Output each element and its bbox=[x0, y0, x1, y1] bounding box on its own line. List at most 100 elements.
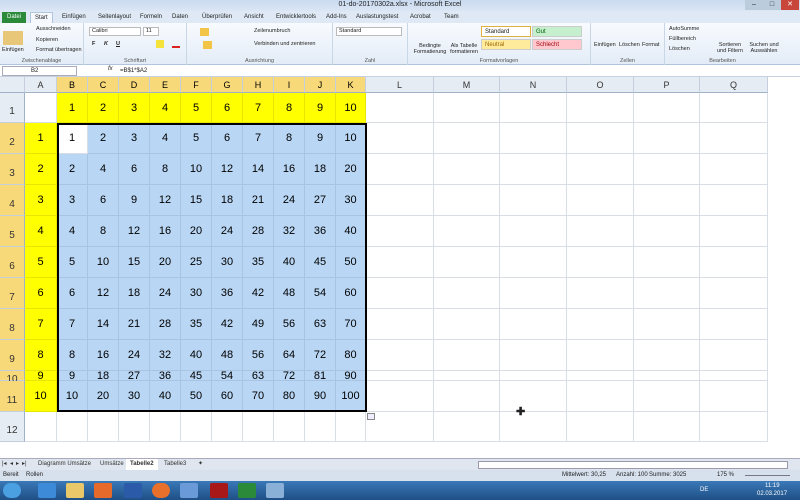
cell-E1[interactable]: 4 bbox=[150, 93, 181, 123]
cell-L10[interactable] bbox=[366, 371, 434, 381]
cell-F7[interactable]: 30 bbox=[181, 278, 212, 309]
cell-G6[interactable]: 30 bbox=[212, 247, 243, 278]
cell-N12[interactable] bbox=[500, 412, 567, 442]
cell-G4[interactable]: 18 bbox=[212, 185, 243, 216]
fill-color-icon[interactable] bbox=[156, 40, 164, 48]
cell-Q9[interactable] bbox=[700, 340, 768, 371]
cell-M4[interactable] bbox=[434, 185, 500, 216]
cell-F9[interactable]: 40 bbox=[181, 340, 212, 371]
column-header-C[interactable]: C bbox=[88, 77, 119, 93]
format-painter-button[interactable]: Format übertragen bbox=[36, 47, 82, 53]
cell-D7[interactable]: 18 bbox=[119, 278, 150, 309]
sheet-tab-tabelle3[interactable]: Tabelle3 bbox=[160, 459, 190, 470]
column-header-K[interactable]: K bbox=[336, 77, 366, 93]
cell-K8[interactable]: 70 bbox=[336, 309, 366, 340]
cell-H1[interactable]: 7 bbox=[243, 93, 274, 123]
cell-J9[interactable]: 72 bbox=[305, 340, 336, 371]
media-player-icon[interactable] bbox=[94, 483, 112, 498]
name-box[interactable]: B2 bbox=[2, 66, 77, 76]
cell-O12[interactable] bbox=[567, 412, 634, 442]
cell-I10[interactable]: 72 bbox=[274, 370, 305, 382]
cell-Q8[interactable] bbox=[700, 309, 768, 340]
cell-H2[interactable]: 7 bbox=[243, 123, 274, 154]
font-color-icon[interactable] bbox=[172, 40, 180, 48]
cell-L1[interactable] bbox=[366, 93, 434, 123]
delete-cells-button[interactable]: Löschen bbox=[619, 42, 640, 48]
cell-H12[interactable] bbox=[243, 412, 274, 442]
row-header-11[interactable]: 11 bbox=[0, 381, 25, 412]
minimize-button[interactable]: – bbox=[745, 0, 763, 10]
cell-Q4[interactable] bbox=[700, 185, 768, 216]
cell-M6[interactable] bbox=[434, 247, 500, 278]
cell-B4[interactable]: 3 bbox=[57, 185, 88, 216]
cell-E8[interactable]: 28 bbox=[150, 309, 181, 340]
row-header-3[interactable]: 3 bbox=[0, 154, 25, 185]
bold-button[interactable]: F bbox=[92, 41, 95, 47]
merge-center-button[interactable]: Verbinden und zentrieren bbox=[254, 41, 315, 47]
column-header-M[interactable]: M bbox=[434, 77, 500, 93]
column-header-Q[interactable]: Q bbox=[700, 77, 768, 93]
cell-N5[interactable] bbox=[500, 216, 567, 247]
cell-E3[interactable]: 8 bbox=[150, 154, 181, 185]
select-all-corner[interactable] bbox=[0, 77, 25, 93]
cell-L4[interactable] bbox=[366, 185, 434, 216]
style-neutral[interactable]: Neutral bbox=[481, 39, 531, 50]
cell-D2[interactable]: 3 bbox=[119, 123, 150, 154]
cell-C11[interactable]: 20 bbox=[88, 381, 119, 412]
cell-B7[interactable]: 6 bbox=[57, 278, 88, 309]
cell-K6[interactable]: 50 bbox=[336, 247, 366, 278]
cell-P10[interactable] bbox=[634, 371, 700, 381]
cell-C5[interactable]: 8 bbox=[88, 216, 119, 247]
sheet-tab-diagramm-umsätze[interactable]: Diagramm Umsätze bbox=[34, 459, 95, 470]
cell-C1[interactable]: 2 bbox=[88, 93, 119, 123]
tab-auslastungstest[interactable]: Auslastungstest bbox=[352, 12, 402, 23]
cell-K10[interactable]: 90 bbox=[336, 370, 366, 382]
cell-M5[interactable] bbox=[434, 216, 500, 247]
cell-O9[interactable] bbox=[567, 340, 634, 371]
cell-M3[interactable] bbox=[434, 154, 500, 185]
zoom-level[interactable]: 175 % bbox=[717, 470, 734, 481]
cell-G12[interactable] bbox=[212, 412, 243, 442]
cell-D1[interactable]: 3 bbox=[119, 93, 150, 123]
cell-K4[interactable]: 30 bbox=[336, 185, 366, 216]
cell-Q12[interactable] bbox=[700, 412, 768, 442]
horizontal-scrollbar[interactable] bbox=[478, 461, 788, 469]
number-format-select[interactable]: Standard bbox=[336, 27, 402, 36]
tab-acrobat[interactable]: Acrobat bbox=[406, 12, 435, 23]
row-header-10[interactable]: 10 bbox=[0, 371, 25, 385]
cell-I5[interactable]: 32 bbox=[274, 216, 305, 247]
cell-C4[interactable]: 6 bbox=[88, 185, 119, 216]
row-header-8[interactable]: 8 bbox=[0, 309, 25, 340]
cell-N11[interactable] bbox=[500, 381, 567, 412]
cell-Q1[interactable] bbox=[700, 93, 768, 123]
clock-date[interactable]: 02.03.2017 bbox=[757, 491, 787, 497]
cell-G11[interactable]: 60 bbox=[212, 381, 243, 412]
column-header-A[interactable]: A bbox=[25, 77, 57, 93]
cell-O3[interactable] bbox=[567, 154, 634, 185]
fx-icon[interactable]: fx bbox=[108, 66, 113, 72]
row-header-9[interactable]: 9 bbox=[0, 340, 25, 371]
cell-A7[interactable]: 6 bbox=[25, 278, 57, 309]
cell-B12[interactable] bbox=[57, 412, 88, 442]
cell-A6[interactable]: 5 bbox=[25, 247, 57, 278]
cell-K2[interactable]: 10 bbox=[336, 123, 366, 154]
tab-seitenlayout[interactable]: Seitenlayout bbox=[94, 12, 135, 23]
cell-F11[interactable]: 50 bbox=[181, 381, 212, 412]
cell-E10[interactable]: 36 bbox=[150, 370, 181, 382]
cell-F3[interactable]: 10 bbox=[181, 154, 212, 185]
explorer-icon[interactable] bbox=[66, 483, 84, 498]
cell-K1[interactable]: 10 bbox=[336, 93, 366, 123]
sort-filter-button[interactable]: Sortieren und Filtern bbox=[715, 42, 745, 54]
cell-O5[interactable] bbox=[567, 216, 634, 247]
cell-A3[interactable]: 2 bbox=[25, 154, 57, 185]
cell-Q10[interactable] bbox=[700, 371, 768, 381]
cell-Q3[interactable] bbox=[700, 154, 768, 185]
cell-K7[interactable]: 60 bbox=[336, 278, 366, 309]
cell-A9[interactable]: 8 bbox=[25, 340, 57, 371]
nav-prev-sheet-button[interactable]: ◂ bbox=[10, 459, 13, 470]
tab-datei[interactable]: Datei bbox=[2, 12, 26, 23]
cell-I1[interactable]: 8 bbox=[274, 93, 305, 123]
cell-D6[interactable]: 15 bbox=[119, 247, 150, 278]
column-header-L[interactable]: L bbox=[366, 77, 434, 93]
cell-G5[interactable]: 24 bbox=[212, 216, 243, 247]
